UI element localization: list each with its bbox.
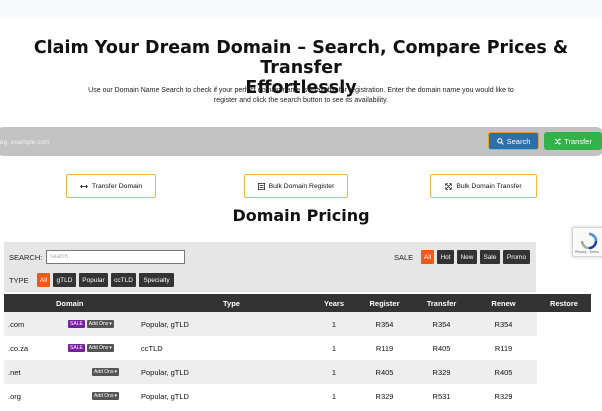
bulk-domain-register-button[interactable]: Bulk Domain Register bbox=[244, 174, 348, 198]
type-chip-all[interactable]: All bbox=[37, 273, 50, 287]
type-cell: ccTLD bbox=[137, 336, 312, 360]
search-button-label: Search bbox=[506, 136, 531, 146]
table-row: .com SALE Add Ons ▾ Popular, gTLD 1 R354 … bbox=[4, 312, 591, 336]
column-header-register[interactable]: Register bbox=[356, 294, 413, 312]
filter-search-label: SEARCH: bbox=[9, 253, 43, 262]
domain-cell: .org Add Ons ▾ bbox=[4, 384, 137, 408]
search-button[interactable]: Search bbox=[488, 132, 539, 150]
column-header-renew[interactable]: Renew bbox=[470, 294, 537, 312]
type-chip-popular[interactable]: Popular bbox=[79, 273, 108, 287]
sale-badge: SALE bbox=[68, 320, 85, 328]
domain-name: .net bbox=[8, 367, 21, 377]
type-chip-specialty[interactable]: Specialty bbox=[139, 273, 174, 287]
shuffle-icon bbox=[554, 137, 562, 145]
domain-name: .co.za bbox=[8, 343, 29, 353]
transfer-domain-button[interactable]: Transfer Domain bbox=[66, 174, 156, 198]
arrows-horizontal-icon bbox=[79, 184, 88, 188]
domain-search-bar: Search Transfer bbox=[0, 127, 602, 156]
years-cell: 1 bbox=[312, 312, 356, 336]
pricing-search-input[interactable] bbox=[46, 250, 185, 264]
restore-price-cell bbox=[537, 384, 591, 408]
domain-cell: .co.za SALE Add Ons ▾ bbox=[4, 336, 137, 360]
domain-cell: .net Add Ons ▾ bbox=[4, 360, 137, 384]
domain-cell: .com SALE Add Ons ▾ bbox=[4, 312, 137, 336]
table-row: .co.za SALE Add Ons ▾ ccTLD 1 R119 R405 R… bbox=[4, 336, 591, 360]
bulk-domain-register-label: Bulk Domain Register bbox=[268, 182, 335, 190]
page-title-line-1: Claim Your Dream Domain – Search, Compar… bbox=[33, 38, 569, 78]
sale-chip-new[interactable]: New bbox=[457, 250, 477, 264]
add-ons-dropdown[interactable]: Add Ons ▾ bbox=[86, 320, 114, 328]
transfer-price-cell: R531 bbox=[413, 384, 470, 408]
restore-price-cell bbox=[537, 336, 591, 360]
bulk-domain-transfer-button[interactable]: Bulk Domain Transfer bbox=[430, 174, 537, 198]
transfer-domain-label: Transfer Domain bbox=[91, 182, 143, 190]
domain-pricing-table: Domain Type Years Register Transfer Rene… bbox=[4, 294, 591, 408]
sale-chip-promo[interactable]: Promo bbox=[503, 250, 530, 264]
restore-price-cell bbox=[537, 360, 591, 384]
transfer-button[interactable]: Transfer bbox=[544, 132, 602, 150]
type-cell: Popular, gTLD bbox=[137, 360, 312, 384]
register-price-cell: R354 bbox=[356, 312, 413, 336]
chevron-down-icon: ▾ bbox=[109, 321, 112, 327]
domain-search-input[interactable] bbox=[0, 136, 400, 148]
register-price-cell: R119 bbox=[356, 336, 413, 360]
add-ons-label: Add Ons bbox=[88, 321, 109, 327]
column-header-domain[interactable]: Domain bbox=[4, 294, 137, 312]
type-cell: Popular, gTLD bbox=[137, 312, 312, 336]
type-chip-cctld[interactable]: ccTLD bbox=[111, 273, 136, 287]
page-subtitle-line-2: register and click the search button to … bbox=[213, 97, 389, 104]
recaptcha-badge[interactable]: Privacy - Terms bbox=[572, 227, 602, 257]
add-ons-dropdown[interactable]: Add Ons ▾ bbox=[86, 344, 114, 352]
add-ons-label: Add Ons bbox=[88, 345, 109, 351]
years-cell: 1 bbox=[312, 336, 356, 360]
years-cell: 1 bbox=[312, 384, 356, 408]
sale-badge: SALE bbox=[68, 344, 85, 352]
restore-price-cell bbox=[537, 312, 591, 336]
expand-icon bbox=[445, 182, 452, 190]
domain-name: .org bbox=[8, 391, 21, 401]
transfer-price-cell: R354 bbox=[413, 312, 470, 336]
renew-price-cell: R119 bbox=[470, 336, 537, 360]
add-ons-dropdown[interactable]: Add Ons ▾ bbox=[92, 392, 119, 400]
page-subtitle-line-1: Use our Domain Name Search to check if y… bbox=[88, 87, 514, 94]
list-icon bbox=[257, 182, 265, 190]
transfer-button-label: Transfer bbox=[564, 136, 592, 146]
sale-chip-hot[interactable]: Hot bbox=[437, 250, 454, 264]
renew-price-cell: R329 bbox=[470, 384, 537, 408]
recaptcha-text: Privacy - Terms bbox=[575, 250, 600, 254]
column-header-type[interactable]: Type bbox=[137, 294, 312, 312]
type-chip-gtld[interactable]: gTLD bbox=[53, 273, 76, 287]
column-header-years[interactable]: Years bbox=[312, 294, 356, 312]
chevron-down-icon: ▾ bbox=[114, 369, 117, 375]
chevron-down-icon: ▾ bbox=[114, 393, 117, 399]
page-subtitle: Use our Domain Name Search to check if y… bbox=[70, 86, 532, 106]
add-ons-label: Add Ons bbox=[94, 369, 114, 375]
chevron-down-icon: ▾ bbox=[109, 345, 112, 351]
years-cell: 1 bbox=[312, 360, 356, 384]
bulk-domain-transfer-label: Bulk Domain Transfer bbox=[456, 182, 522, 190]
transfer-price-cell: R405 bbox=[413, 336, 470, 360]
sale-chip-all[interactable]: All bbox=[421, 250, 434, 264]
register-price-cell: R329 bbox=[356, 384, 413, 408]
domain-pricing-title: Domain Pricing bbox=[232, 206, 370, 225]
add-ons-label: Add Ons bbox=[94, 393, 114, 399]
register-price-cell: R405 bbox=[356, 360, 413, 384]
add-ons-dropdown[interactable]: Add Ons ▾ bbox=[92, 368, 119, 376]
table-header-row: Domain Type Years Register Transfer Rene… bbox=[4, 294, 591, 312]
column-header-restore[interactable]: Restore bbox=[537, 294, 591, 312]
table-row: .net Add Ons ▾ Popular, gTLD 1 R405 R329 … bbox=[4, 360, 591, 384]
column-header-transfer[interactable]: Transfer bbox=[413, 294, 470, 312]
renew-price-cell: R354 bbox=[470, 312, 537, 336]
domain-name: .com bbox=[8, 319, 25, 329]
type-filter-label: TYPE bbox=[9, 276, 29, 285]
search-icon bbox=[496, 137, 504, 145]
table-row: .org Add Ons ▾ Popular, gTLD 1 R329 R531 … bbox=[4, 384, 591, 408]
recaptcha-icon bbox=[580, 232, 598, 250]
sale-chip-sale[interactable]: Sale bbox=[480, 250, 500, 264]
transfer-price-cell: R329 bbox=[413, 360, 470, 384]
renew-price-cell: R405 bbox=[470, 360, 537, 384]
type-cell: Popular, gTLD bbox=[137, 384, 312, 408]
sale-filter-label: SALE bbox=[394, 253, 414, 262]
top-strip bbox=[0, 0, 602, 18]
